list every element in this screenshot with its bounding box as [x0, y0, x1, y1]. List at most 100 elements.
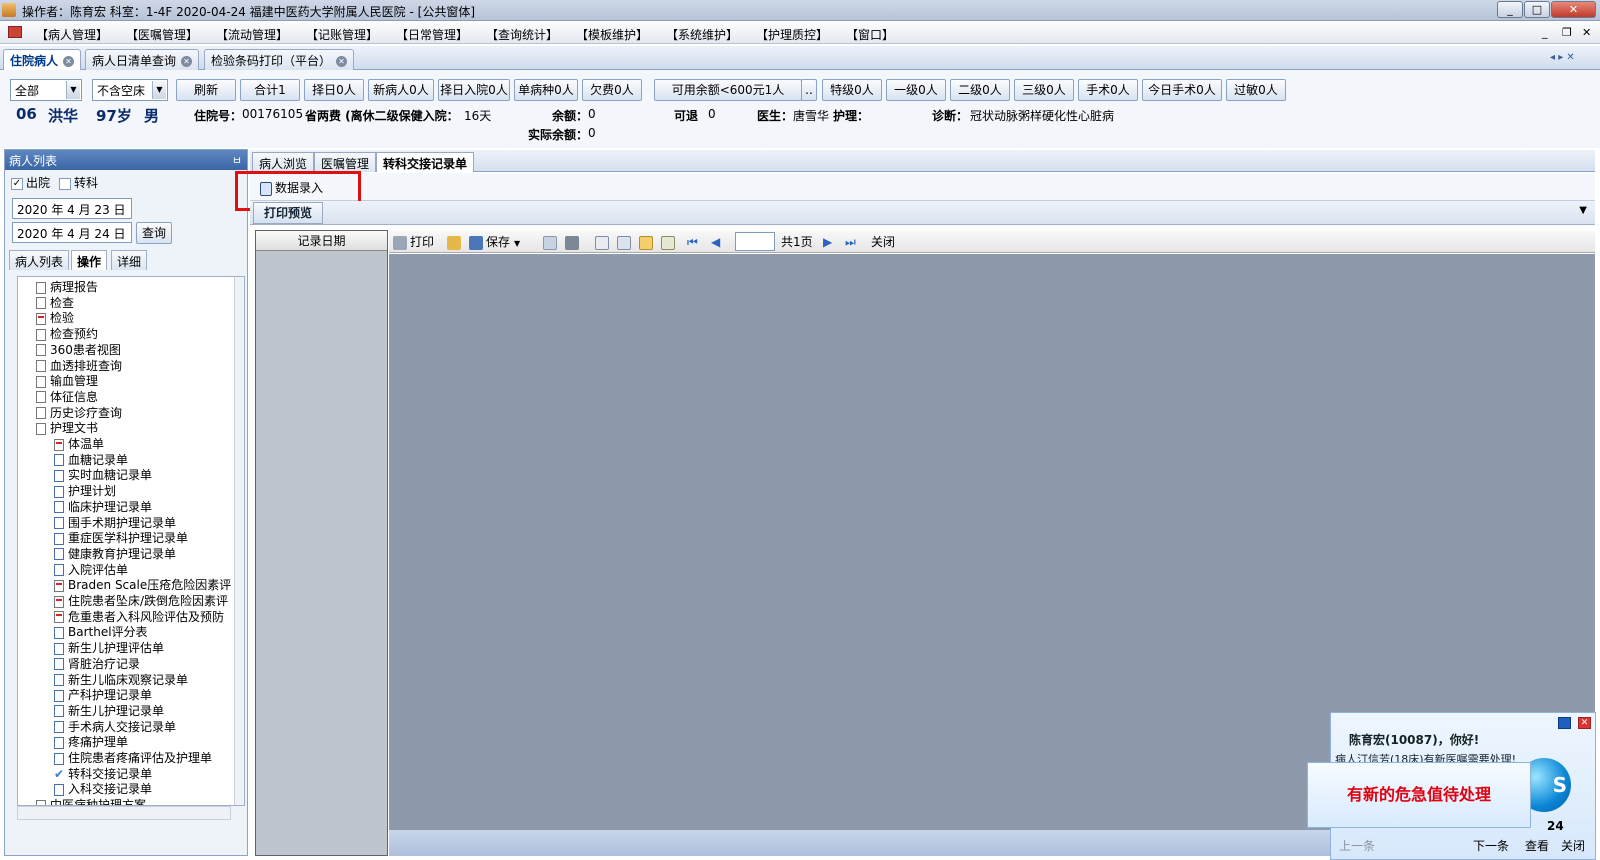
tree-item[interactable]: 住院患者坠床/跌倒危险因素评: [54, 593, 228, 609]
tree-item[interactable]: 新生儿临床观察记录单: [54, 672, 188, 688]
query-button[interactable]: 查询: [136, 222, 172, 244]
special-level-button[interactable]: 特级0人: [822, 79, 882, 101]
tree-item[interactable]: 血透排班查询: [36, 358, 122, 374]
tab-patient-browse[interactable]: 病人浏览: [252, 152, 315, 172]
tree-item[interactable]: 体温单: [54, 436, 104, 452]
chevron-down-icon[interactable]: ▼: [1579, 205, 1587, 216]
critical-value-alert[interactable]: 有新的危急值待处理: [1307, 762, 1531, 828]
edit-button[interactable]: [639, 234, 656, 250]
ward-filter-select[interactable]: 全部 ▼: [10, 79, 82, 101]
tree-item[interactable]: 健康教育护理记录单: [54, 546, 176, 562]
total-button[interactable]: 合计1: [240, 79, 300, 101]
first-page-button[interactable]: ⏮: [687, 234, 698, 250]
tree-item[interactable]: 疼痛护理单: [54, 734, 128, 750]
single-disease-button[interactable]: 单病种0人: [514, 79, 578, 101]
tree-item[interactable]: 手术病人交接记录单: [54, 719, 176, 735]
tree-item[interactable]: 新生儿护理评估单: [54, 640, 164, 656]
tree-item[interactable]: 体征信息: [36, 389, 98, 405]
tree-horizontal-scrollbar[interactable]: [17, 806, 231, 820]
watermark-button[interactable]: [661, 234, 678, 250]
page-layout-button[interactable]: [595, 234, 612, 250]
prev-page-button[interactable]: ◀: [711, 234, 720, 250]
tree-vertical-scrollbar[interactable]: [234, 277, 244, 805]
tree-item[interactable]: 检验: [36, 310, 74, 326]
view-notification-button[interactable]: 查看: [1525, 837, 1549, 854]
close-icon[interactable]: ✕: [336, 56, 348, 67]
close-notification-text-button[interactable]: 关闭: [1561, 837, 1585, 854]
tab-patient-list[interactable]: 病人列表: [9, 250, 70, 270]
open-button[interactable]: [447, 234, 464, 250]
allergy-button[interactable]: 过敏0人: [1226, 79, 1286, 101]
tab-operations[interactable]: 操作: [71, 250, 108, 270]
surgery-button[interactable]: 手术0人: [1078, 79, 1138, 101]
tree-item[interactable]: 新生儿护理记录单: [54, 703, 164, 719]
level-three-button[interactable]: 三级0人: [1014, 79, 1074, 101]
transfer-checkbox[interactable]: [59, 177, 71, 190]
tree-item[interactable]: 入院评估单: [54, 562, 128, 578]
menu-billing-management[interactable]: 【记账管理】: [306, 26, 378, 43]
tab-inpatients[interactable]: 住院病人 ✕: [3, 49, 82, 70]
menu-flow-management[interactable]: 【流动管理】: [216, 26, 288, 43]
tab-lab-barcode-print[interactable]: 检验条码打印（平台） ✕: [204, 49, 355, 70]
low-balance-more-button[interactable]: ..: [801, 79, 817, 101]
tab-transfer-record[interactable]: 转科交接记录单: [376, 152, 475, 172]
discharged-checkbox[interactable]: ✓: [11, 177, 23, 190]
tree-item[interactable]: 实时血糖记录单: [54, 467, 152, 483]
tree-item[interactable]: 临床护理记录单: [54, 499, 152, 515]
tree-item[interactable]: 检查: [36, 295, 74, 311]
close-icon[interactable]: ✕: [63, 56, 75, 67]
menu-query-statistics[interactable]: 【查询统计】: [486, 26, 558, 43]
print-button[interactable]: 打印: [393, 234, 434, 250]
tree-item[interactable]: 重症医学科护理记录单: [54, 530, 188, 546]
arrears-button[interactable]: 欠费0人: [582, 79, 642, 101]
record-date-header[interactable]: 记录日期: [256, 231, 387, 251]
tree-item[interactable]: 历史诊疗查询: [36, 405, 122, 421]
selected-day-button[interactable]: 择日0人: [304, 79, 364, 101]
tree-item[interactable]: 检查预约: [36, 326, 98, 342]
close-notification-button[interactable]: ✕: [1578, 717, 1591, 729]
email-button[interactable]: [543, 234, 560, 250]
tab-patient-daily-list[interactable]: 病人日清单查询 ✕: [85, 49, 200, 70]
tree-item[interactable]: 住院患者疼痛评估及护理单: [54, 750, 212, 766]
bed-filter-select[interactable]: 不含空床 ▼: [92, 79, 168, 101]
level-two-button[interactable]: 二级0人: [950, 79, 1010, 101]
menu-template-maintenance[interactable]: 【模板维护】: [576, 26, 648, 43]
close-icon[interactable]: ✕: [181, 56, 193, 67]
app-menu-icon[interactable]: [8, 26, 22, 38]
tree-item[interactable]: 护理文书: [36, 420, 98, 436]
tab-nav-arrows[interactable]: ◂ ▸ ✕: [1550, 52, 1575, 63]
tab-details[interactable]: 详细: [111, 250, 148, 270]
menu-system-maintenance[interactable]: 【系统维护】: [666, 26, 738, 43]
tree-item[interactable]: 血糖记录单: [54, 452, 128, 468]
tree-item[interactable]: Barthel评分表: [54, 624, 148, 640]
close-preview-button[interactable]: 关闭: [871, 234, 895, 250]
tree-item[interactable]: Braden Scale压疮危险因素评: [54, 577, 231, 593]
date-to-picker[interactable]: 2020 年 4 月 24 日: [12, 222, 132, 243]
close-window-button[interactable]: ✕: [1551, 1, 1596, 18]
minimize-notification-button[interactable]: [1558, 717, 1571, 729]
scheduled-admission-button[interactable]: 择日入院0人: [438, 79, 510, 101]
tree-item[interactable]: ✔ 转科交接记录单: [54, 766, 152, 782]
next-page-button[interactable]: ▶: [823, 234, 832, 250]
new-patient-button[interactable]: 新病人0人: [368, 79, 434, 101]
tree-item[interactable]: 肾脏治疗记录: [54, 656, 140, 672]
maximize-button[interactable]: □: [1524, 1, 1550, 18]
tree-item[interactable]: 入科交接记录单: [54, 781, 152, 797]
pin-icon[interactable]: ㅂ: [232, 152, 242, 168]
mdi-minimize-button[interactable]: _: [1542, 26, 1548, 39]
prev-notification-button[interactable]: 上一条: [1339, 837, 1375, 854]
refresh-button[interactable]: 刷新: [176, 79, 236, 101]
minimize-button[interactable]: _: [1497, 1, 1523, 18]
level-one-button[interactable]: 一级0人: [886, 79, 946, 101]
tree-item[interactable]: 病理报告: [36, 279, 98, 295]
menu-window[interactable]: 【窗口】: [846, 26, 894, 43]
tree-item[interactable]: 中医病种护理方案: [36, 797, 146, 805]
page-setup-button[interactable]: [617, 234, 634, 250]
mdi-close-button[interactable]: ✕: [1582, 26, 1591, 39]
mdi-restore-button[interactable]: ❐: [1562, 26, 1572, 39]
transfer-checkbox-row[interactable]: 转科: [59, 174, 98, 191]
tree-item[interactable]: 危重患者入科风险评估及预防: [54, 609, 224, 625]
last-page-button[interactable]: ⏭: [845, 234, 856, 250]
next-notification-button[interactable]: 下一条: [1473, 837, 1509, 854]
page-number-input[interactable]: [735, 232, 775, 251]
